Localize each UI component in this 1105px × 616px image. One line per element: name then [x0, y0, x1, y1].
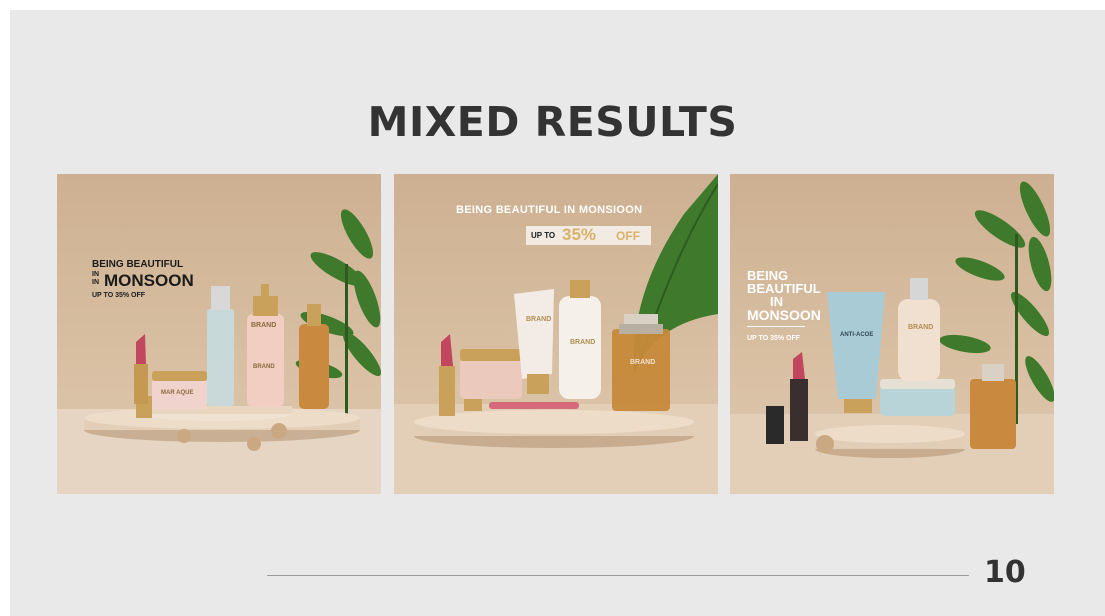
panel-2-headline: BEING BEAUTIFUL IN MONSIOON: [456, 204, 643, 216]
panel-2-offer-value: 35%: [562, 225, 597, 244]
page-number: 10: [984, 555, 1026, 590]
panel-1-headline-small: IN: [92, 271, 99, 278]
panel-1-label-1: BRAND: [251, 322, 277, 329]
panel-3-label-2: BRAND: [908, 324, 934, 331]
ad-image-1: BEING BEAUTIFUL IN IN MONSOON UP TO 35% …: [57, 174, 381, 494]
ad-image-1-art: [57, 209, 381, 494]
panel-2-offer-suffix: OFF: [616, 229, 640, 243]
ad-image-3: BEING BEAUTIFUL IN MONSOON UP TO 35% OFF…: [730, 174, 1054, 494]
ad-image-2-art: [394, 174, 718, 494]
panel-1-headline-small-2: IN: [92, 279, 99, 286]
panel-2-offer-prefix: UP TO: [531, 231, 556, 240]
panel-1-headline: BEING BEAUTIFUL: [92, 259, 184, 270]
panel-3-offer-rule: [747, 326, 805, 327]
panel-1-label-2: MAR AQUE: [161, 390, 194, 396]
panel-3-headline-4: MONSOON: [747, 307, 821, 323]
slide-title: MIXED RESULTS: [367, 98, 738, 146]
panel-3-label-1: ANTI-ACOE: [840, 332, 874, 338]
footer-divider: [267, 575, 969, 576]
panel-3-offer: UP TO 35% OFF: [747, 335, 801, 342]
panel-1-label-3: BRAND: [253, 364, 275, 370]
ad-image-3-art: [730, 181, 1054, 494]
panel-2-label-2: BRAND: [570, 339, 596, 346]
panel-1-offer: UP TO 35% OFF: [92, 292, 146, 299]
panel-1-headline-big: MONSOON: [104, 271, 194, 290]
panel-2-label-1: BRAND: [526, 316, 552, 323]
panel-3-headline-2: BEAUTIFUL: [747, 281, 821, 296]
panel-2-label-3: BRAND: [630, 359, 656, 366]
ad-image-2: BEING BEAUTIFUL IN MONSIOON UP TO 35% OF…: [394, 174, 718, 494]
